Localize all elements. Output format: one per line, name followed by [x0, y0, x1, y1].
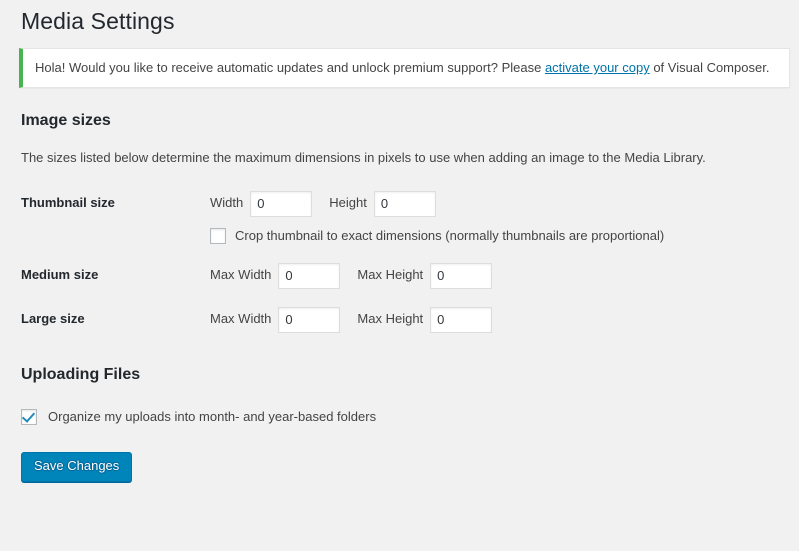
medium-size-label: Medium size — [21, 266, 99, 282]
thumbnail-width-label: Width — [210, 195, 244, 211]
save-changes-button[interactable]: Save Changes — [21, 451, 133, 482]
table-row-thumbnail: Thumbnail size Width Height Crop thumbna… — [0, 182, 799, 254]
image-sizes-heading: Image sizes — [21, 112, 111, 130]
thumbnail-height-input[interactable] — [373, 190, 436, 217]
medium-size-fields: Max Width Max Height — [210, 254, 799, 298]
image-sizes-table: Thumbnail size Width Height Crop thumbna… — [0, 182, 799, 342]
update-notice: Hola! Would you like to receive automati… — [19, 48, 790, 89]
organize-uploads-label: Organize my uploads into month- and year… — [48, 409, 377, 425]
organize-uploads-row[interactable]: Organize my uploads into month- and year… — [21, 408, 799, 425]
notice-text-after: of Visual Composer. — [649, 60, 770, 75]
uploading-files-section: Uploading Files Organize my uploads into… — [0, 364, 799, 425]
large-size-fields: Max Width Max Height — [210, 298, 799, 342]
media-settings-page: Media Settings Hola! Would you like to r… — [0, 0, 799, 551]
large-dimension-row: Max Width Max Height — [210, 306, 789, 333]
thumbnail-width-input[interactable] — [250, 190, 313, 217]
uploading-files-heading: Uploading Files — [21, 365, 141, 383]
notice-text: Hola! Would you like to receive automati… — [35, 58, 777, 78]
image-sizes-description: The sizes listed below determine the max… — [21, 150, 706, 166]
page-title: Media Settings — [21, 8, 175, 34]
thumbnail-dimension-row: Width Height — [210, 190, 789, 217]
thumbnail-height-label: Height — [329, 195, 367, 211]
table-row-medium: Medium size Max Width Max Height — [0, 254, 799, 298]
submit-area: Save Changes — [21, 451, 799, 482]
large-size-label: Large size — [21, 310, 85, 326]
medium-max-width-input[interactable] — [278, 262, 341, 289]
large-max-width-label: Max Width — [210, 311, 272, 327]
large-max-height-label: Max Height — [357, 311, 424, 327]
thumbnail-size-label: Thumbnail size — [21, 194, 115, 210]
crop-thumbnail-label: Crop thumbnail to exact dimensions (norm… — [235, 227, 665, 243]
crop-thumbnail-checkbox[interactable] — [210, 228, 226, 245]
medium-max-width-label: Max Width — [210, 267, 272, 283]
thumbnail-size-fields: Width Height Crop thumbnail to exact dim… — [210, 182, 799, 254]
medium-max-height-label: Max Height — [357, 267, 424, 283]
table-row-large: Large size Max Width Max Height — [0, 298, 799, 342]
notice-text-before: Hola! Would you like to receive automati… — [35, 60, 545, 75]
large-max-height-input[interactable] — [430, 306, 493, 333]
organize-uploads-checkbox[interactable] — [21, 408, 37, 425]
activate-your-copy-link[interactable]: activate your copy — [545, 60, 650, 75]
crop-thumbnail-row[interactable]: Crop thumbnail to exact dimensions (norm… — [210, 228, 789, 245]
medium-dimension-row: Max Width Max Height — [210, 262, 789, 289]
medium-max-height-input[interactable] — [430, 262, 493, 289]
large-max-width-input[interactable] — [278, 306, 341, 333]
